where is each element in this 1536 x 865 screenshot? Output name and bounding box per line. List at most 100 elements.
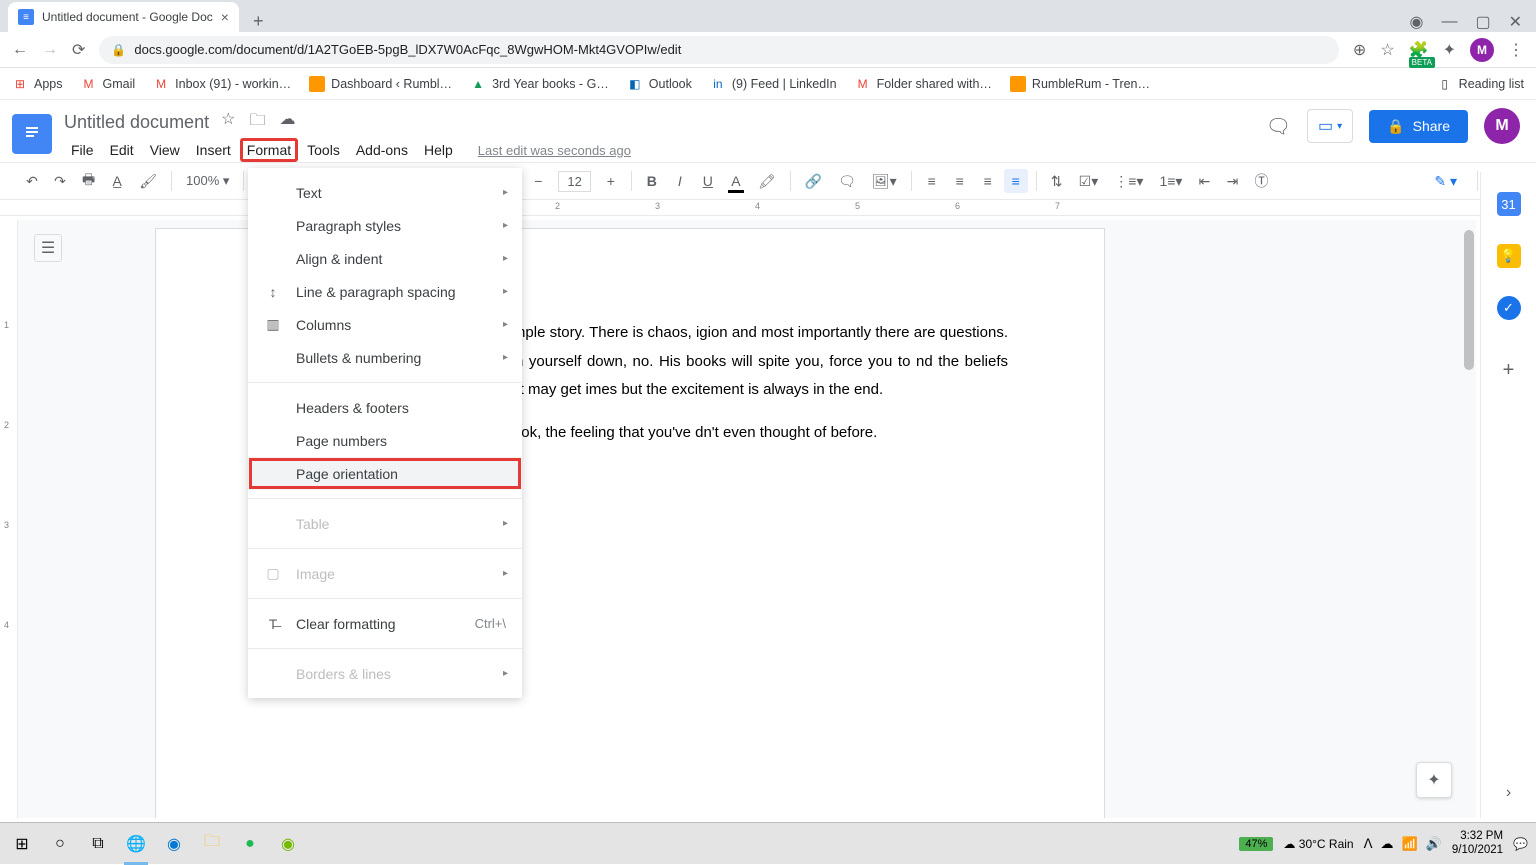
forward-button[interactable]: → xyxy=(42,41,58,59)
bookmark-rumblerum[interactable]: RumbleRum - Tren… xyxy=(1010,76,1150,92)
move-icon[interactable]: 🗀 xyxy=(249,109,265,136)
hide-panel-icon[interactable]: › xyxy=(1506,784,1511,802)
present-button[interactable]: ▭▾ xyxy=(1307,109,1353,143)
align-justify-button[interactable]: ≡ xyxy=(1004,169,1028,193)
menu-align-indent[interactable]: Align & indent▸ xyxy=(248,242,522,275)
zoom-icon[interactable]: ⊕ xyxy=(1353,40,1366,60)
editing-mode-button[interactable]: ✎ ▾ xyxy=(1428,169,1463,194)
reading-list-button[interactable]: ▯Reading list xyxy=(1437,76,1524,92)
decrease-font-button[interactable]: − xyxy=(526,169,550,193)
last-edit-link[interactable]: Last edit was seconds ago xyxy=(478,143,631,158)
back-button[interactable]: ← xyxy=(12,41,28,59)
menu-insert[interactable]: Insert xyxy=(189,138,238,162)
menu-line-spacing[interactable]: ↕Line & paragraph spacing▸ xyxy=(248,275,522,308)
wifi-icon[interactable]: 📶 xyxy=(1402,836,1418,852)
maximize-icon[interactable]: ▢ xyxy=(1475,12,1490,32)
menu-clear-formatting[interactable]: T̶Clear formattingCtrl+\ xyxy=(248,607,522,640)
add-addon-icon[interactable]: + xyxy=(1497,358,1521,382)
font-size-input[interactable]: 12 xyxy=(558,171,590,192)
bookmark-drive[interactable]: ▲3rd Year books - G… xyxy=(470,76,609,92)
account-icon[interactable]: ◉ xyxy=(1410,12,1424,32)
close-tab-icon[interactable]: × xyxy=(221,9,229,25)
menu-view[interactable]: View xyxy=(143,138,187,162)
browser-tab[interactable]: ≡ Untitled document - Google Doc × xyxy=(8,2,239,32)
increase-font-button[interactable]: + xyxy=(599,169,623,193)
paint-format-button[interactable]: 🖌 xyxy=(133,169,163,194)
scrollbar-thumb[interactable] xyxy=(1464,230,1474,370)
indent-button[interactable]: ⇥ xyxy=(1220,169,1244,194)
menu-paragraph-styles[interactable]: Paragraph styles▸ xyxy=(248,209,522,242)
menu-page-orientation[interactable]: Page orientation xyxy=(248,457,522,490)
redo-button[interactable]: ↷ xyxy=(48,169,72,194)
task-view-icon[interactable]: ⧉ xyxy=(84,830,112,858)
explorer-taskbar-icon[interactable]: 🗀 xyxy=(198,830,226,858)
menu-headers-footers[interactable]: Headers & footers xyxy=(248,391,522,424)
menu-columns[interactable]: ▥Columns▸ xyxy=(248,308,522,341)
volume-icon[interactable]: 🔊 xyxy=(1426,836,1442,852)
explore-button[interactable]: ✦ xyxy=(1416,762,1452,798)
menu-help[interactable]: Help xyxy=(417,138,460,162)
reload-button[interactable]: ⟳ xyxy=(72,40,85,60)
start-button[interactable]: ⊞ xyxy=(8,830,36,858)
zoom-select[interactable]: 100% ▾ xyxy=(180,173,235,189)
bookmark-inbox[interactable]: MInbox (91) - workin… xyxy=(153,76,291,92)
bookmark-dashboard[interactable]: Dashboard ‹ Rumbl… xyxy=(309,76,452,92)
highlight-button[interactable]: 🖍 xyxy=(752,169,782,194)
clear-format-button[interactable]: Ⓣ xyxy=(1248,167,1274,195)
document-title[interactable]: Untitled document xyxy=(64,112,209,133)
horizontal-ruler[interactable]: 2 3 4 5 6 7 xyxy=(0,200,1536,216)
cortana-icon[interactable]: ○ xyxy=(46,830,74,858)
align-right-button[interactable]: ≡ xyxy=(976,169,1000,193)
url-field[interactable]: 🔒 docs.google.com/document/d/1A2TGoEB-5p… xyxy=(99,36,1339,64)
menu-addons[interactable]: Add-ons xyxy=(349,138,415,162)
tasks-icon[interactable]: ✓ xyxy=(1497,296,1521,320)
image-button[interactable]: 🖼▾ xyxy=(866,169,903,194)
account-avatar[interactable]: M xyxy=(1484,108,1520,144)
menu-bullets-numbering[interactable]: Bullets & numbering▸ xyxy=(248,341,522,374)
extensions-icon[interactable]: ✦ xyxy=(1443,40,1456,60)
clock[interactable]: 3:32 PM 9/10/2021 xyxy=(1452,830,1503,858)
utorrent-taskbar-icon[interactable]: ◉ xyxy=(274,830,302,858)
menu-tools[interactable]: Tools xyxy=(300,138,347,162)
menu-text[interactable]: Text▸ xyxy=(248,176,522,209)
extension-icon[interactable]: 🧩BETA xyxy=(1409,40,1429,60)
comment-button[interactable]: 🗨 xyxy=(832,169,862,194)
comments-icon[interactable]: 🗨 xyxy=(1266,114,1291,139)
bold-button[interactable]: B xyxy=(640,169,664,193)
number-list-button[interactable]: 1≡▾ xyxy=(1153,169,1188,194)
new-tab-button[interactable]: + xyxy=(239,11,278,32)
minimize-icon[interactable]: — xyxy=(1441,13,1457,31)
notifications-icon[interactable]: 💬 xyxy=(1513,837,1528,851)
menu-page-numbers[interactable]: Page numbers xyxy=(248,424,522,457)
star-icon[interactable]: ☆ xyxy=(1380,40,1394,60)
close-window-icon[interactable]: ✕ xyxy=(1509,12,1522,32)
bullet-list-button[interactable]: ⋮≡▾ xyxy=(1108,169,1149,194)
vertical-ruler[interactable]: 1 2 3 4 xyxy=(0,220,18,818)
bookmark-folder[interactable]: MFolder shared with… xyxy=(855,76,992,92)
keep-icon[interactable]: 💡 xyxy=(1497,244,1521,268)
onedrive-icon[interactable]: ☁ xyxy=(1381,836,1394,852)
undo-button[interactable]: ↶ xyxy=(20,169,44,194)
print-button[interactable]: 🖶 xyxy=(76,165,101,197)
bookmark-apps[interactable]: ⊞Apps xyxy=(12,76,63,92)
underline-button[interactable]: U xyxy=(696,169,720,193)
outline-toggle-button[interactable]: ☰ xyxy=(34,234,62,262)
outdent-button[interactable]: ⇤ xyxy=(1192,169,1216,194)
chrome-menu-icon[interactable]: ⋮ xyxy=(1508,40,1524,60)
bookmark-linkedin[interactable]: in(9) Feed | LinkedIn xyxy=(710,76,837,92)
line-spacing-button[interactable]: ⇅ xyxy=(1045,169,1069,194)
menu-edit[interactable]: Edit xyxy=(103,138,141,162)
profile-avatar[interactable]: M xyxy=(1470,38,1494,62)
link-button[interactable]: 🔗 xyxy=(799,169,828,194)
weather-widget[interactable]: ☁ 30°C Rain xyxy=(1283,837,1353,851)
battery-indicator[interactable]: 47% xyxy=(1239,837,1273,851)
bookmark-gmail[interactable]: MGmail xyxy=(81,76,136,92)
spellcheck-button[interactable]: A̲ xyxy=(105,169,129,193)
chevron-up-icon[interactable]: ᐱ xyxy=(1364,836,1373,852)
share-button[interactable]: 🔒Share xyxy=(1369,110,1468,143)
checklist-button[interactable]: ☑▾ xyxy=(1073,169,1105,194)
cloud-status-icon[interactable]: ☁ xyxy=(279,109,295,136)
chrome-taskbar-icon[interactable]: 🌐 xyxy=(122,830,150,858)
edge-taskbar-icon[interactable]: ◉ xyxy=(160,830,188,858)
menu-file[interactable]: File xyxy=(64,138,101,162)
